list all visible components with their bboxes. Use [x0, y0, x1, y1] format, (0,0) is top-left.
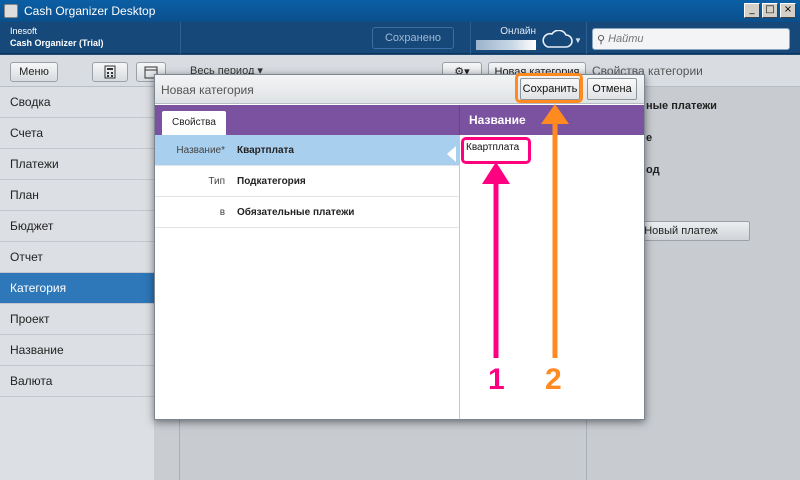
- dialog-title: Новая категория: [161, 83, 254, 97]
- sidebar-item-report[interactable]: Отчет: [0, 242, 154, 273]
- property-row[interactable]: Тип Подкатегория: [155, 166, 459, 197]
- cancel-button[interactable]: Отмена: [587, 78, 637, 100]
- properties-header: Название: [459, 105, 644, 135]
- header-divider: [470, 22, 471, 54]
- online-bar: [476, 40, 536, 50]
- annotation-label-2: 2: [545, 363, 562, 396]
- brand: Inesoft Cash Organizer (Trial): [10, 25, 104, 49]
- online-status: Онлайн: [476, 26, 536, 50]
- search-input[interactable]: [608, 33, 779, 45]
- cloud-icon[interactable]: [540, 30, 574, 50]
- sidebar-item-accounts[interactable]: Счета: [0, 118, 154, 149]
- sidebar-item-summary[interactable]: Сводка: [0, 87, 154, 118]
- minimize-button[interactable]: _: [744, 3, 760, 18]
- property-key: в: [219, 207, 225, 218]
- annotation-label-1: 1: [488, 363, 505, 396]
- property-key: Тип: [208, 176, 225, 187]
- panel-divider: [459, 135, 460, 419]
- online-label: Онлайн: [500, 26, 536, 37]
- header-divider: [180, 22, 181, 54]
- highlight-name-field: [461, 137, 531, 164]
- calculator-icon: [104, 65, 116, 79]
- close-button[interactable]: ×: [780, 3, 796, 18]
- right-panel-line: од: [646, 164, 660, 176]
- property-row[interactable]: Название* Квартплата: [155, 135, 459, 166]
- sidebar-item-budget[interactable]: Бюджет: [0, 211, 154, 242]
- sidebar-item-plan[interactable]: План: [0, 180, 154, 211]
- right-panel-line: ные платежи: [646, 100, 717, 112]
- new-category-dialog: Новая категория Сохранить Отмена Свойств…: [154, 74, 645, 420]
- window-title: Cash Organizer Desktop: [24, 4, 156, 18]
- search-icon: ⚲: [597, 33, 606, 46]
- property-row[interactable]: в Обязательные платежи: [155, 197, 459, 228]
- chevron-down-icon[interactable]: ▼: [574, 36, 582, 45]
- app-header: Inesoft Cash Organizer (Trial) Сохранено…: [0, 22, 800, 54]
- sidebar-item-category[interactable]: Категория: [0, 273, 154, 304]
- sidebar-item-payments[interactable]: Платежи: [0, 149, 154, 180]
- property-value: Обязательные платежи: [237, 207, 355, 218]
- sidebar-item-currency[interactable]: Валюта: [0, 366, 154, 397]
- selection-pointer: [447, 146, 456, 162]
- window-controls: _ □ ×: [744, 3, 796, 18]
- sidebar-item-project[interactable]: Проект: [0, 304, 154, 335]
- tab-band: Свойства: [155, 105, 459, 135]
- company-name: Inesoft: [10, 26, 38, 36]
- property-value: Квартплата: [237, 145, 294, 156]
- sync-status-button[interactable]: Сохранено: [372, 27, 454, 49]
- app-icon: [4, 4, 18, 18]
- search-box[interactable]: ⚲: [592, 28, 790, 50]
- highlight-save-button: [515, 73, 583, 103]
- property-key: Название*: [176, 145, 225, 156]
- window-titlebar: Cash Organizer Desktop _ □ ×: [0, 0, 800, 22]
- maximize-button[interactable]: □: [762, 3, 778, 18]
- sidebar: Сводка Счета Платежи План Бюджет Отчет К…: [0, 87, 154, 480]
- menu-button[interactable]: Меню: [10, 62, 58, 82]
- sidebar-item-name[interactable]: Название: [0, 335, 154, 366]
- product-name: Cash Organizer (Trial): [10, 38, 104, 48]
- calculator-button[interactable]: [92, 62, 128, 82]
- header-divider: [586, 22, 587, 54]
- tab-properties[interactable]: Свойства: [162, 111, 226, 135]
- property-value: Подкатегория: [237, 176, 306, 187]
- right-panel-line: е: [646, 132, 653, 144]
